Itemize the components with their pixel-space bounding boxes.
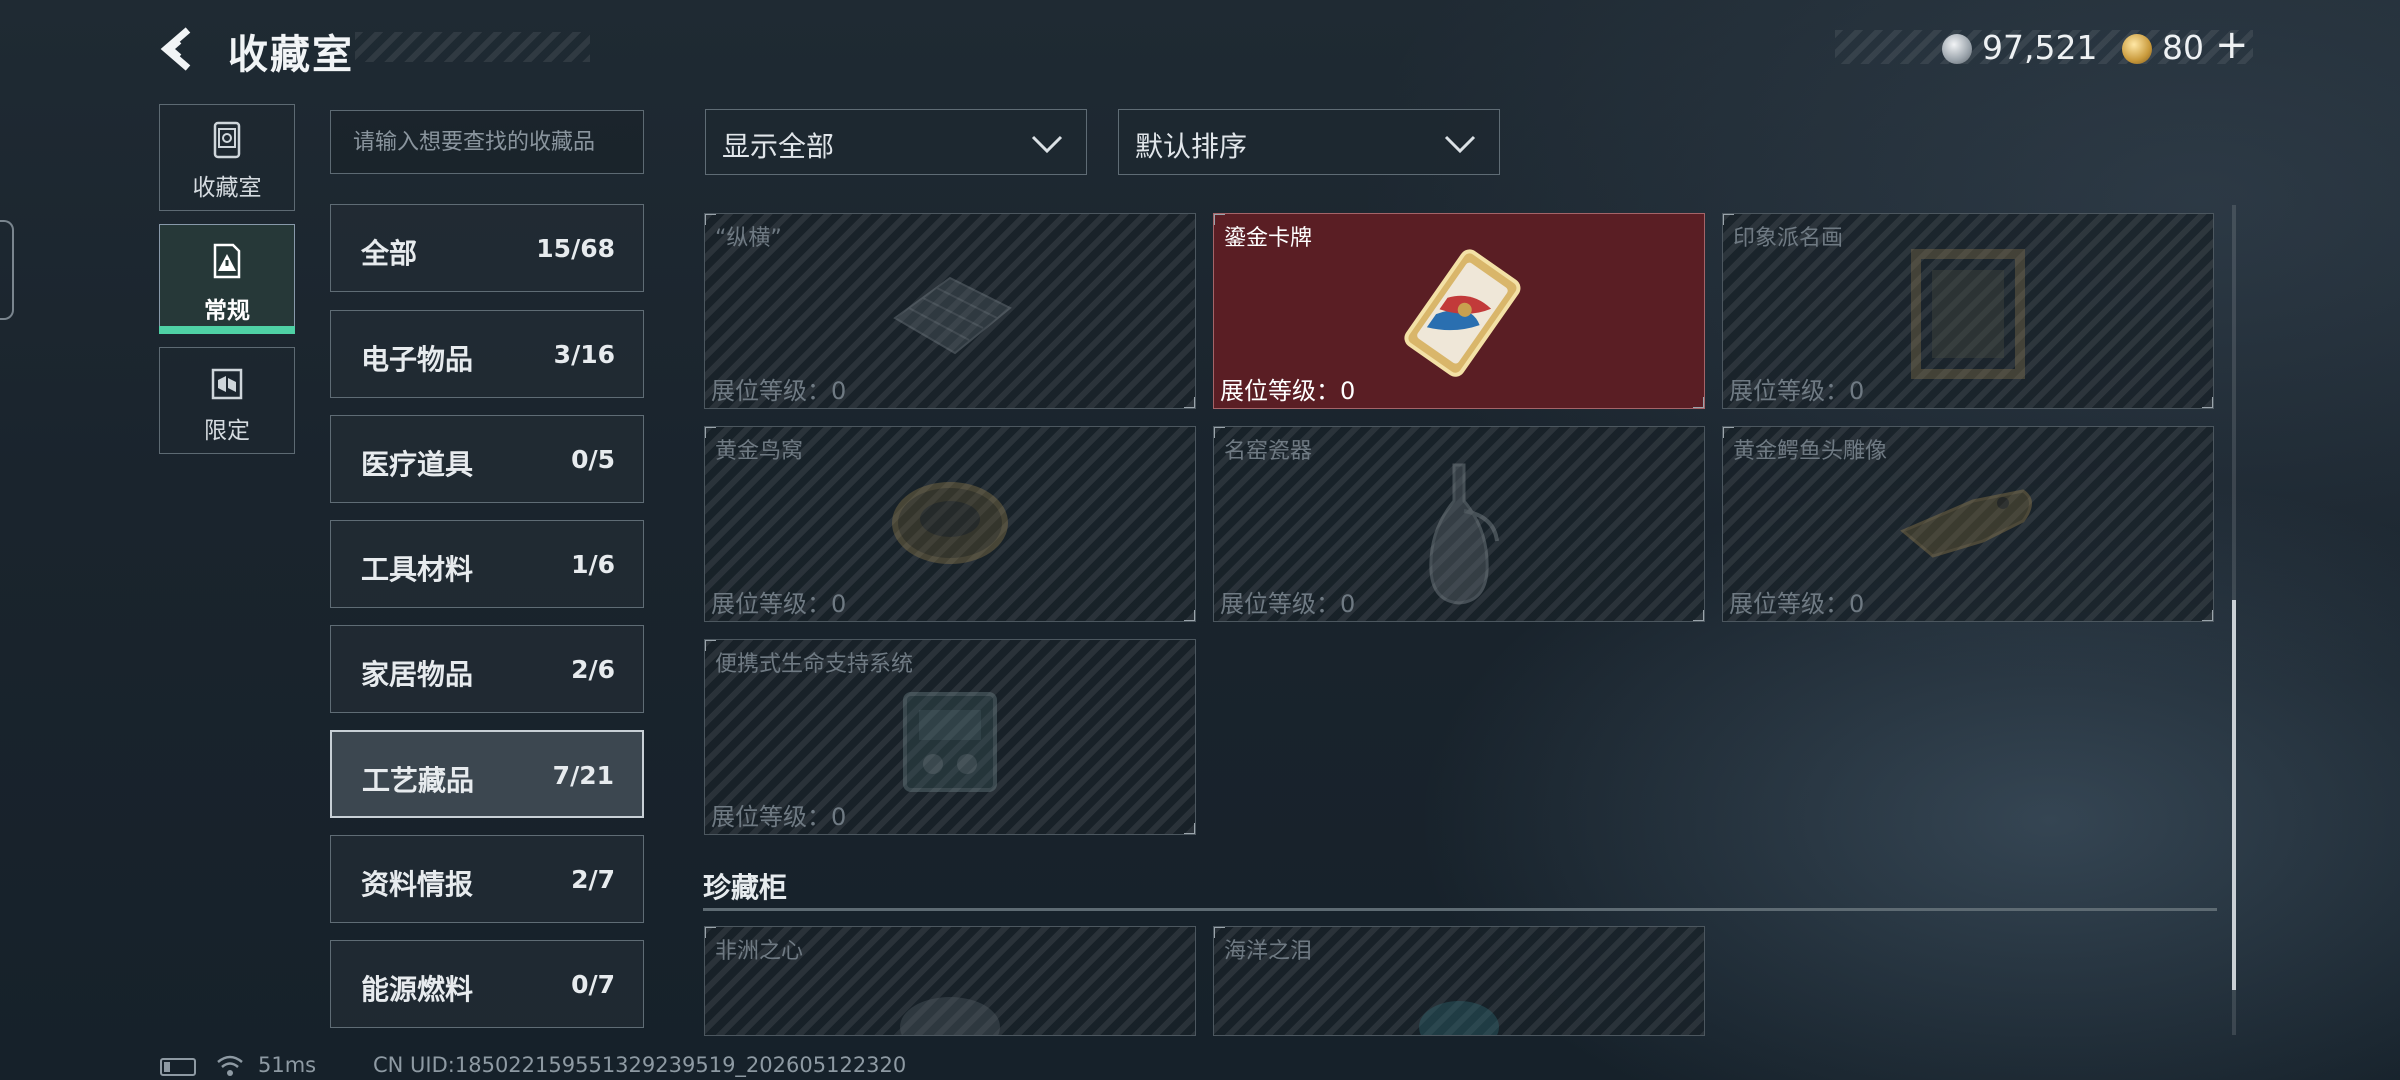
item-card[interactable]: 鎏金卡牌 展位等级：0 bbox=[1213, 213, 1705, 409]
category-count: 3/16 bbox=[553, 340, 615, 369]
item-name: 便携式生命支持系统 bbox=[715, 652, 914, 677]
category-count: 2/7 bbox=[571, 865, 615, 894]
category-name: 能源燃料 bbox=[361, 973, 474, 1006]
category-count: 7/21 bbox=[552, 761, 614, 790]
sort-dropdown[interactable]: 默认排序 bbox=[1118, 109, 1500, 175]
card-corner bbox=[1184, 823, 1195, 834]
user-uid: CN UID:185022159551329239519_20260512232… bbox=[373, 1053, 907, 1077]
item-level: 展位等级：0 bbox=[711, 377, 847, 405]
category-count: 0/7 bbox=[571, 970, 615, 999]
chevron-down-icon bbox=[1444, 135, 1476, 154]
ocean-tear-icon bbox=[1419, 1001, 1499, 1035]
category-household[interactable]: 家居物品 2/6 bbox=[330, 625, 644, 713]
category-count: 2/6 bbox=[571, 655, 615, 684]
category-count: 15/68 bbox=[536, 234, 615, 263]
back-arrow-icon bbox=[160, 27, 191, 71]
item-level: 展位等级：0 bbox=[1220, 590, 1356, 618]
silver-coin-icon bbox=[1942, 34, 1972, 64]
item-level: 展位等级：0 bbox=[1220, 377, 1356, 405]
crocodile-head-statue-icon bbox=[1900, 489, 2032, 558]
card-corner bbox=[2202, 397, 2213, 408]
item-card[interactable]: “纵横” 展位等级：0 bbox=[704, 213, 1196, 409]
card-corner bbox=[1184, 397, 1195, 408]
tab-regular[interactable]: 常规 bbox=[159, 224, 295, 334]
item-level: 展位等级：0 bbox=[711, 590, 847, 618]
item-name: 黄金鳄鱼头雕像 bbox=[1733, 439, 1888, 464]
silver-coin-amount: 97,521 bbox=[1982, 28, 2098, 67]
category-name: 全部 bbox=[361, 237, 418, 270]
category-name: 资料情报 bbox=[361, 868, 474, 901]
painting-frame-icon bbox=[1911, 249, 2025, 379]
gold-coin-amount: 80 bbox=[2162, 28, 2204, 67]
section-title: 珍藏柜 bbox=[703, 871, 788, 904]
category-electronics[interactable]: 电子物品 3/16 bbox=[330, 310, 644, 398]
tab-collection-room[interactable]: 收藏室 bbox=[159, 104, 295, 211]
item-name: 黄金鸟窝 bbox=[715, 439, 804, 464]
item-level: 展位等级：0 bbox=[711, 803, 847, 831]
filter-dropdown[interactable]: 显示全部 bbox=[705, 109, 1087, 175]
item-level: 展位等级：0 bbox=[1729, 377, 1865, 405]
tab-label: 常规 bbox=[204, 298, 250, 324]
card-corner bbox=[1693, 397, 1704, 408]
category-name: 家居物品 bbox=[361, 658, 474, 691]
item-name: 印象派名画 bbox=[1733, 226, 1844, 251]
active-tab-indicator bbox=[159, 326, 295, 334]
add-currency-button[interactable]: + bbox=[2215, 22, 2249, 68]
category-energy[interactable]: 能源燃料 0/7 bbox=[330, 940, 644, 1028]
category-name: 医疗道具 bbox=[361, 448, 474, 481]
title-decoration bbox=[355, 32, 590, 62]
gilded-card-icon bbox=[1404, 249, 1521, 377]
gold-coin-icon bbox=[2122, 34, 2152, 64]
item-card[interactable]: 海洋之泪 bbox=[1213, 926, 1705, 1036]
golden-nest-icon bbox=[892, 482, 1008, 564]
card-corner bbox=[2202, 610, 2213, 621]
category-name: 电子物品 bbox=[361, 343, 474, 376]
sort-selected: 默认排序 bbox=[1135, 130, 1248, 163]
wifi-icon bbox=[217, 1055, 243, 1076]
porcelain-vase-icon bbox=[1429, 463, 1499, 605]
category-tools[interactable]: 工具材料 1/6 bbox=[330, 520, 644, 608]
tab-label: 收藏室 bbox=[192, 175, 262, 201]
item-card[interactable]: 便携式生命支持系统 展位等级：0 bbox=[704, 639, 1196, 835]
filter-selected: 显示全部 bbox=[722, 130, 835, 163]
item-name: 海洋之泪 bbox=[1224, 939, 1313, 964]
category-medical[interactable]: 医疗道具 0/5 bbox=[330, 415, 644, 503]
item-name: 非洲之心 bbox=[715, 939, 804, 964]
warning-card-icon bbox=[213, 243, 241, 279]
item-level: 展位等级：0 bbox=[1729, 590, 1865, 618]
item-name: 名窑瓷器 bbox=[1224, 439, 1313, 464]
item-card[interactable]: 印象派名画 展位等级：0 bbox=[1722, 213, 2214, 409]
search-input[interactable] bbox=[330, 110, 644, 174]
tab-label: 限定 bbox=[204, 418, 250, 444]
chessboard-icon bbox=[893, 276, 1012, 355]
item-name: 鎏金卡牌 bbox=[1224, 226, 1313, 251]
category-count: 0/5 bbox=[571, 445, 615, 474]
display-case-icon bbox=[213, 121, 241, 159]
item-name: “纵横” bbox=[715, 226, 782, 251]
category-intel[interactable]: 资料情报 2/7 bbox=[330, 835, 644, 923]
category-name: 工艺藏品 bbox=[362, 764, 475, 797]
item-card[interactable]: 名窑瓷器 展位等级：0 bbox=[1213, 426, 1705, 622]
category-crafts[interactable]: 工艺藏品 7/21 bbox=[330, 730, 644, 818]
card-corner bbox=[1693, 610, 1704, 621]
battery-level bbox=[164, 1062, 170, 1072]
limited-box-icon bbox=[211, 368, 243, 400]
ping-readout: 51ms bbox=[258, 1053, 317, 1077]
category-name: 工具材料 bbox=[361, 553, 474, 586]
life-support-system-icon bbox=[903, 692, 997, 792]
back-button[interactable] bbox=[158, 26, 204, 72]
section-divider bbox=[703, 908, 2217, 911]
side-drawer-handle[interactable] bbox=[0, 220, 14, 320]
category-all[interactable]: 全部 15/68 bbox=[330, 204, 644, 292]
chevron-down-icon bbox=[1031, 135, 1063, 154]
card-corner bbox=[1184, 610, 1195, 621]
tab-limited[interactable]: 限定 bbox=[159, 347, 295, 454]
item-card[interactable]: 黄金鸟窝 展位等级：0 bbox=[704, 426, 1196, 622]
africa-heart-icon bbox=[900, 997, 1000, 1035]
page-title: 收藏室 bbox=[228, 32, 354, 78]
scrollbar-thumb[interactable] bbox=[2232, 600, 2236, 990]
item-card[interactable]: 黄金鳄鱼头雕像 展位等级：0 bbox=[1722, 426, 2214, 622]
category-count: 1/6 bbox=[571, 550, 615, 579]
item-card[interactable]: 非洲之心 bbox=[704, 926, 1196, 1036]
